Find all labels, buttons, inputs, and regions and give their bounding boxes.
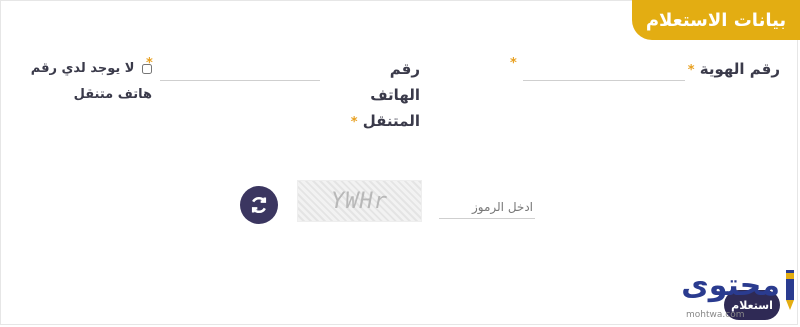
captcha-input[interactable] xyxy=(439,196,535,219)
mobile-phone-label-group: رقم الهاتف المتنقل * xyxy=(340,56,420,136)
required-asterisk: * xyxy=(687,63,695,78)
no-phone-checkbox[interactable] xyxy=(142,63,152,74)
no-phone-option: لا يوجد لدي رقم هاتف متنقل xyxy=(2,56,152,108)
watermark-brand: محتوى xyxy=(681,268,780,303)
watermark-domain: mohtwa.com xyxy=(686,310,745,320)
refresh-icon xyxy=(251,197,267,213)
id-required-asterisk: * xyxy=(510,56,517,71)
id-number-label: رقم الهوية xyxy=(699,60,780,78)
captcha-image: YWHr xyxy=(297,180,422,222)
id-number-input[interactable] xyxy=(523,58,685,81)
section-title-tab: بيانات الاستعلام xyxy=(632,0,800,40)
pencil-icon xyxy=(786,270,794,310)
mobile-phone-label: رقم الهاتف المتنقل xyxy=(362,60,420,130)
no-phone-label: لا يوجد لدي رقم هاتف متنقل xyxy=(30,61,152,102)
captcha-text: YWHr xyxy=(331,188,388,214)
watermark-logo: محتوى mohtwa.com xyxy=(660,268,798,326)
required-asterisk: * xyxy=(350,115,358,130)
mobile-phone-input[interactable] xyxy=(160,58,320,81)
section-title: بيانات الاستعلام xyxy=(645,9,787,31)
refresh-captcha-button[interactable] xyxy=(240,186,278,224)
